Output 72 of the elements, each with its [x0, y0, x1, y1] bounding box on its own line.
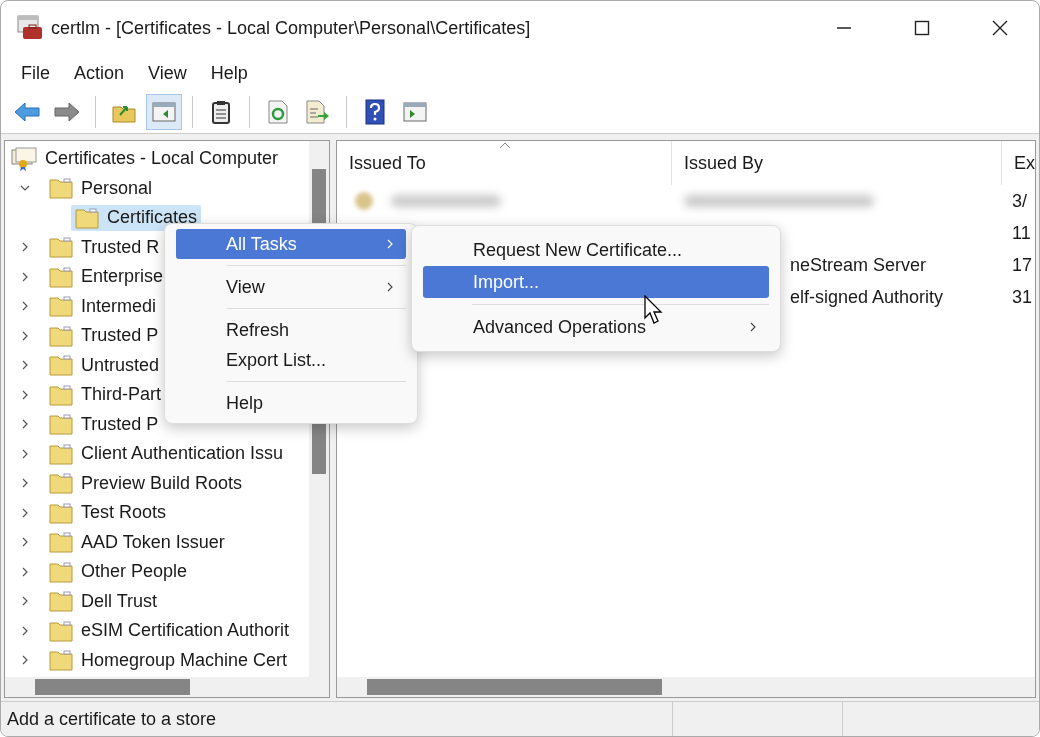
clipboard-icon [211, 100, 231, 124]
folder-icon [49, 619, 73, 642]
folder-icon [49, 324, 73, 347]
help-icon [365, 99, 385, 125]
tree-item[interactable]: Preview Build Roots [45, 470, 247, 497]
scrollbar-thumb[interactable] [367, 679, 662, 695]
tree-item[interactable]: eSIM Certification Authorit [45, 617, 294, 644]
tree-item[interactable]: Trusted R [45, 234, 164, 261]
window-title: certlm - [Certificates - Local Computer\Personal\Certificates] [51, 17, 531, 39]
table-cell: 31 [1012, 286, 1032, 308]
menu-item[interactable]: Help [200, 62, 258, 84]
scrollbar-thumb[interactable] [35, 679, 190, 695]
folder-icon [49, 236, 73, 259]
tree-item[interactable]: Intermedi [45, 293, 161, 320]
folder-icon [49, 295, 73, 318]
folder-icon [75, 206, 99, 229]
folder-icon [49, 560, 73, 583]
certificate-store-icon [11, 146, 37, 171]
maximize-icon [914, 20, 930, 36]
folder-icon [49, 177, 73, 200]
folder-icon [49, 531, 73, 554]
folder-icon [49, 501, 73, 524]
document-arrow-icon [306, 100, 330, 124]
folder-icon [49, 413, 73, 436]
left-arrow-icon [14, 101, 40, 123]
mouse-pointer-icon [644, 295, 664, 325]
minimize-icon [836, 27, 852, 29]
right-arrow-icon [54, 101, 80, 123]
column-header[interactable]: Ex [1014, 152, 1035, 174]
menu-item[interactable]: Request New Certificate... [423, 234, 769, 266]
folder-icon [49, 442, 73, 465]
folder-icon [49, 590, 73, 613]
folder-icon [49, 472, 73, 495]
menu-item[interactable]: File [11, 62, 60, 84]
tree-item[interactable]: Client Authentication Issu [45, 440, 288, 467]
tree-item[interactable]: Dell Trust [45, 588, 162, 615]
column-header[interactable]: Issued By [684, 152, 764, 174]
table-cell: 3/ [1012, 190, 1027, 212]
folder-icon [49, 383, 73, 406]
folder-icon [49, 354, 73, 377]
menu-item[interactable]: Help [176, 388, 406, 418]
pane-left-icon [152, 101, 176, 123]
folder-icon [49, 265, 73, 288]
column-header[interactable]: Issued To [349, 152, 426, 174]
tree-item[interactable]: Trusted P [45, 322, 163, 349]
table-cell: 17 [1012, 254, 1032, 276]
tree-item[interactable]: Third-Part [45, 381, 165, 408]
tree-item[interactable]: Certificates [71, 204, 202, 231]
menu-item[interactable]: View [138, 62, 197, 84]
menu-item[interactable]: View [176, 272, 406, 309]
menu-item[interactable]: Advanced Operations [423, 311, 769, 343]
tree-item[interactable]: Test Roots [45, 499, 171, 526]
table-cell: 11 [1012, 222, 1031, 244]
table-cell: neStream Server [790, 254, 927, 276]
tree-item[interactable]: Untrusted [45, 352, 164, 379]
app-icon [17, 15, 43, 41]
menu-item[interactable]: Export List... [176, 345, 406, 382]
tree-item[interactable]: Enterprise [45, 263, 168, 290]
tree-item[interactable]: AAD Token Issuer [45, 529, 229, 556]
menu-item[interactable]: Action [64, 62, 135, 84]
table-cell: elf-signed Authority [790, 286, 944, 308]
tree-item[interactable]: Other People [45, 558, 192, 585]
tree-item[interactable]: Trusted P [45, 411, 163, 438]
tree-item[interactable]: Personal [45, 175, 157, 202]
menu-item[interactable]: Refresh [176, 315, 406, 345]
status-text: Add a certificate to a store [1, 702, 673, 736]
close-icon [992, 20, 1008, 36]
tree-item[interactable]: Homegroup Machine Cert [45, 647, 292, 674]
tree-item[interactable]: Certificates - Local Computer [45, 148, 279, 170]
refresh-icon [268, 100, 288, 124]
pane-right-icon [403, 101, 427, 123]
folder-icon [49, 649, 73, 672]
